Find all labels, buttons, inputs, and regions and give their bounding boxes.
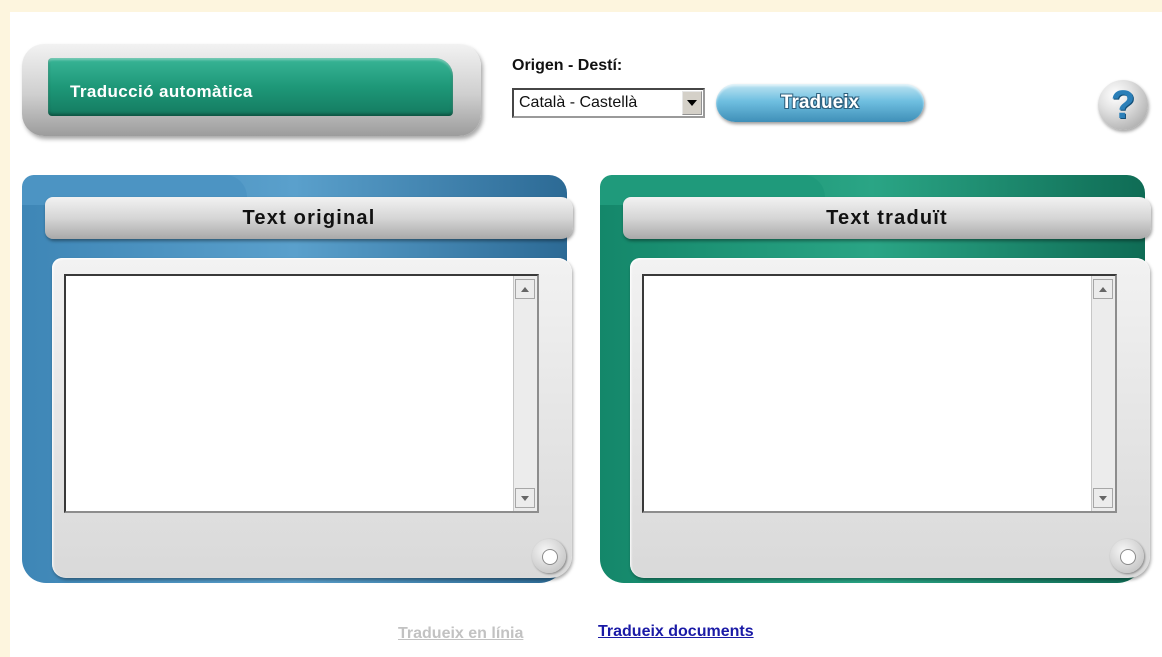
scroll-up-icon[interactable] — [1093, 279, 1113, 299]
original-text-scrollbar[interactable] — [513, 276, 537, 511]
translate-button-label: Tradueix — [780, 92, 860, 113]
scroll-down-icon[interactable] — [515, 488, 535, 508]
panel-body — [52, 258, 572, 578]
translated-text-title: Text traduït — [826, 207, 948, 229]
translated-text-title-bar: Text traduït — [623, 197, 1151, 239]
page-frame-top — [0, 0, 1162, 12]
help-icon[interactable]: ? — [1098, 80, 1148, 130]
resize-knob-icon — [532, 539, 566, 573]
panel-body — [630, 258, 1150, 578]
resize-knob-icon — [1110, 539, 1144, 573]
language-label: Origen - Destí: — [512, 57, 623, 74]
original-text-panel: Text original — [22, 175, 574, 583]
translate-online-link: Tradueix en línia — [398, 625, 524, 642]
language-select-value: Català - Castellà — [519, 94, 638, 111]
translated-text-panel: Text traduït — [600, 175, 1152, 583]
language-select[interactable]: Català - Castellà — [512, 88, 705, 118]
original-text-title-bar: Text original — [45, 197, 573, 239]
translated-text-scrollbar[interactable] — [1091, 276, 1115, 511]
chevron-down-icon[interactable] — [682, 91, 702, 115]
translate-button[interactable]: Tradueix — [716, 84, 924, 122]
page-frame-left — [0, 0, 10, 657]
original-text-input[interactable] — [64, 274, 539, 513]
scroll-up-icon[interactable] — [515, 279, 535, 299]
help-icon-glyph: ? — [1110, 83, 1136, 127]
original-text-title: Text original — [242, 207, 376, 229]
scroll-down-icon[interactable] — [1093, 488, 1113, 508]
header-title: Traducció automàtica — [70, 82, 253, 101]
translated-text-output[interactable] — [642, 274, 1117, 513]
translate-documents-link[interactable]: Tradueix documents — [598, 623, 754, 641]
